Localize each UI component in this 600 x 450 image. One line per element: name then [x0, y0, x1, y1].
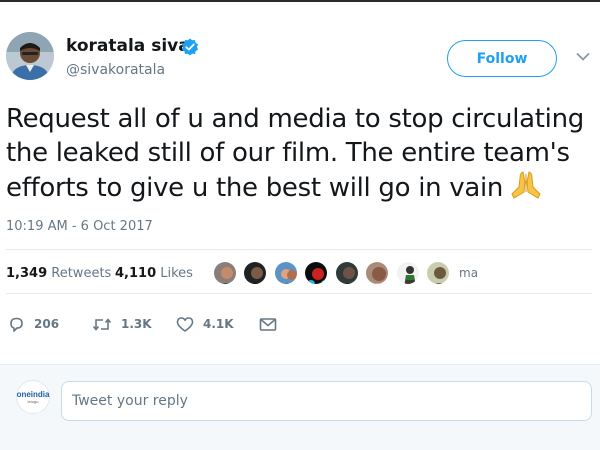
oneindia-sub-logo: telugu — [27, 398, 39, 404]
top-border — [0, 0, 600, 2]
retweets-count: 1,349 — [6, 266, 48, 281]
chevron-down-icon[interactable] — [576, 52, 590, 62]
like-count: 4.1K — [203, 317, 234, 331]
envelope-icon — [259, 317, 277, 331]
reply-action[interactable]: 206 — [8, 313, 59, 335]
liker-avatar[interactable] — [425, 260, 451, 286]
tweet-timestamp[interactable]: 10:19 AM - 6 Oct 2017 — [6, 219, 153, 234]
folded-hands-emoji-icon — [511, 171, 541, 199]
retweet-action[interactable]: 1.3K — [92, 313, 152, 335]
divider-top — [6, 249, 592, 250]
liker-avatar[interactable] — [303, 260, 329, 286]
oneindia-logo: oneindia — [16, 389, 50, 399]
heart-icon — [176, 316, 194, 332]
direct-message-action[interactable] — [259, 313, 286, 335]
author-handle[interactable]: @sivakoratala — [66, 62, 165, 78]
tweet-text: Request all of u and media to stop circu… — [6, 102, 596, 205]
likes-count: 4,110 — [115, 266, 157, 281]
reply-count: 206 — [34, 317, 60, 331]
author-name[interactable]: koratala siva — [66, 36, 190, 56]
reply-input[interactable] — [61, 381, 592, 421]
liker-avatar[interactable] — [364, 260, 390, 286]
follow-button[interactable]: Follow — [447, 40, 557, 77]
liker-avatar[interactable] — [212, 260, 238, 286]
reply-icon — [10, 317, 23, 332]
tweet-text-body: Request all of u and media to stop circu… — [6, 104, 584, 203]
liker-avatar[interactable] — [273, 260, 299, 286]
verified-badge-icon — [182, 38, 198, 56]
liker-avatar[interactable] — [395, 260, 421, 286]
likes-stat[interactable]: 4,110 Likes — [115, 266, 193, 281]
retweet-icon — [92, 317, 112, 331]
divider-bottom — [6, 293, 592, 294]
author-avatar[interactable] — [6, 32, 54, 80]
retweets-label: Retweets — [51, 266, 112, 281]
like-action[interactable]: 4.1K — [176, 313, 234, 335]
reply-avatar[interactable]: oneindia telugu — [16, 380, 50, 414]
likers-more-text[interactable]: ma — [459, 266, 478, 280]
liker-avatar[interactable] — [242, 260, 268, 286]
retweet-count: 1.3K — [121, 317, 152, 331]
liker-avatar[interactable] — [334, 260, 360, 286]
likes-label: Likes — [160, 266, 193, 281]
retweets-stat[interactable]: 1,349 Retweets — [6, 266, 111, 281]
